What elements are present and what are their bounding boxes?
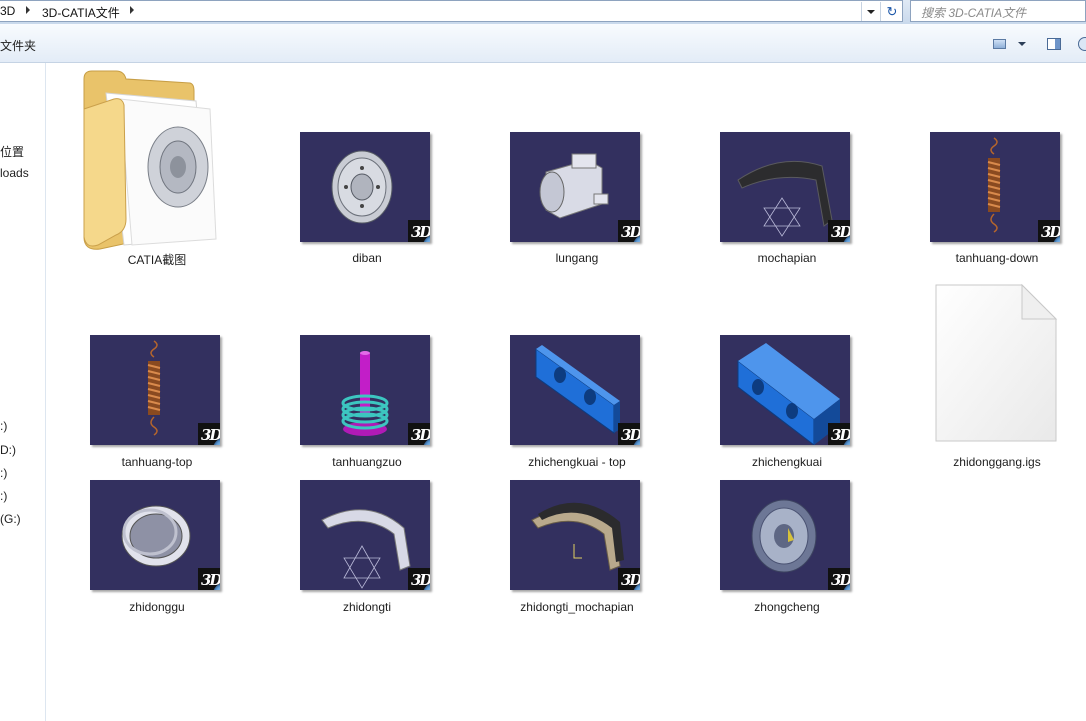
catia-3ds-badge-icon: 3DS	[408, 220, 430, 242]
file-list[interactable]: CATIA截图 3DS diban 3DS lungang	[46, 63, 1086, 721]
nav-item-recent-places[interactable]: 位置	[0, 143, 24, 160]
file-item-catia-part[interactable]: 3DS mochapian	[702, 131, 872, 273]
help-icon[interactable]	[1078, 37, 1086, 51]
nav-item-drive-f[interactable]: :)	[0, 489, 7, 503]
catia-3ds-badge-icon: 3DS	[828, 220, 850, 242]
file-name-label: zhichengkuai	[751, 455, 823, 469]
file-thumbnail: 3DS	[90, 335, 220, 445]
file-item-generic-file[interactable]: zhidonggang.igs	[912, 279, 1082, 477]
new-folder-button[interactable]: 文件夹	[0, 37, 36, 54]
file-thumbnail: 3DS	[510, 335, 640, 445]
catia-3ds-badge-icon: 3DS	[198, 423, 220, 445]
catia-3ds-badge-icon: 3DS	[198, 568, 220, 590]
breadcrumb-separator-icon[interactable]	[130, 6, 134, 14]
file-name-label: zhidonggang.igs	[953, 455, 1041, 469]
file-item-catia-part[interactable]: 3DS tanhuangzuo	[282, 334, 452, 476]
catia-3ds-badge-icon: 3DS	[618, 568, 640, 590]
breadcrumb-separator-icon[interactable]	[26, 6, 30, 14]
nav-item-downloads[interactable]: loads	[0, 166, 29, 180]
file-name-label: zhidongti_mochapian	[520, 600, 634, 614]
file-thumbnail: 3DS	[930, 132, 1060, 242]
file-thumbnail: 3DS	[510, 480, 640, 590]
view-options-icon[interactable]	[993, 39, 1006, 49]
preview-pane-icon[interactable]	[1047, 38, 1061, 50]
nav-item-drive-e[interactable]: :)	[0, 466, 7, 480]
file-thumbnail: 3DS	[720, 480, 850, 590]
file-name-label: lungang	[555, 251, 599, 265]
file-thumbnail: 3DS	[90, 480, 220, 590]
address-bar[interactable]: 3D 3D-CATIA文件 ↻	[0, 0, 903, 22]
file-name-label: tanhuang-top	[121, 455, 193, 469]
breadcrumb-3d[interactable]: 3D	[0, 4, 15, 18]
catia-3ds-badge-icon: 3DS	[408, 568, 430, 590]
navigation-pane[interactable]: 位置 loads :) D:) :) :) (G:)	[0, 63, 46, 721]
view-dropdown-icon[interactable]	[1018, 42, 1026, 46]
file-name-label: CATIA截图	[127, 253, 187, 267]
generic-file-icon	[935, 283, 1058, 442]
catia-3ds-badge-icon: 3DS	[828, 568, 850, 590]
address-bar-area: 3D 3D-CATIA文件 ↻ 搜索 3D-CATIA文件	[0, 0, 1086, 24]
file-name-label: diban	[352, 251, 382, 265]
file-item-catia-part[interactable]: 3DS zhongcheng	[702, 479, 872, 621]
nav-item-drive-g[interactable]: (G:)	[0, 512, 21, 526]
file-item-catia-part[interactable]: 3DS tanhuang-down	[912, 131, 1082, 273]
address-history-dropdown-icon[interactable]	[861, 2, 880, 21]
file-name-label: zhongcheng	[754, 600, 820, 614]
catia-3ds-badge-icon: 3DS	[408, 423, 430, 445]
file-name-label: tanhuang-down	[955, 251, 1039, 265]
search-input[interactable]: 搜索 3D-CATIA文件	[910, 0, 1086, 22]
file-thumbnail: 3DS	[720, 335, 850, 445]
search-placeholder: 搜索 3D-CATIA文件	[921, 6, 1027, 20]
file-item-catia-part[interactable]: 3DS zhichengkuai	[702, 334, 872, 476]
file-name-label: zhidongti	[342, 600, 392, 614]
file-name-label: zhidonggu	[129, 600, 185, 614]
file-item-catia-part[interactable]: 3DS diban	[282, 131, 452, 273]
file-item-catia-part[interactable]: 3DS zhichengkuai - top	[492, 334, 662, 476]
file-item-catia-part[interactable]: 3DS lungang	[492, 131, 662, 273]
file-thumbnail: 3DS	[510, 132, 640, 242]
catia-3ds-badge-icon: 3DS	[618, 423, 640, 445]
file-item-catia-part[interactable]: 3DS zhidongti	[282, 479, 452, 621]
file-name-label: mochapian	[757, 251, 817, 265]
file-thumbnail: 3DS	[300, 480, 430, 590]
nav-item-drive-d[interactable]: D:)	[0, 443, 16, 457]
catia-3ds-badge-icon: 3DS	[828, 423, 850, 445]
refresh-icon[interactable]: ↻	[880, 2, 903, 21]
file-item-catia-part[interactable]: 3DS tanhuang-top	[72, 334, 242, 476]
file-item-catia-part[interactable]: 3DS zhidongti_mochapian	[492, 479, 662, 621]
breadcrumb-current-folder[interactable]: 3D-CATIA文件	[42, 4, 120, 21]
catia-3ds-badge-icon: 3DS	[1038, 220, 1060, 242]
folder-icon	[83, 70, 217, 250]
file-thumbnail: 3DS	[720, 132, 850, 242]
file-name-label: zhichengkuai - top	[528, 455, 626, 469]
catia-3ds-badge-icon: 3DS	[618, 220, 640, 242]
file-thumbnail: 3DS	[300, 132, 430, 242]
file-item-folder[interactable]: CATIA截图	[72, 63, 242, 273]
command-toolbar: 文件夹	[0, 24, 1086, 63]
file-thumbnail: 3DS	[300, 335, 430, 445]
file-name-label: tanhuangzuo	[332, 455, 402, 469]
file-item-catia-part[interactable]: 3DS zhidonggu	[72, 479, 242, 621]
nav-item-drive-c[interactable]: :)	[0, 419, 7, 433]
